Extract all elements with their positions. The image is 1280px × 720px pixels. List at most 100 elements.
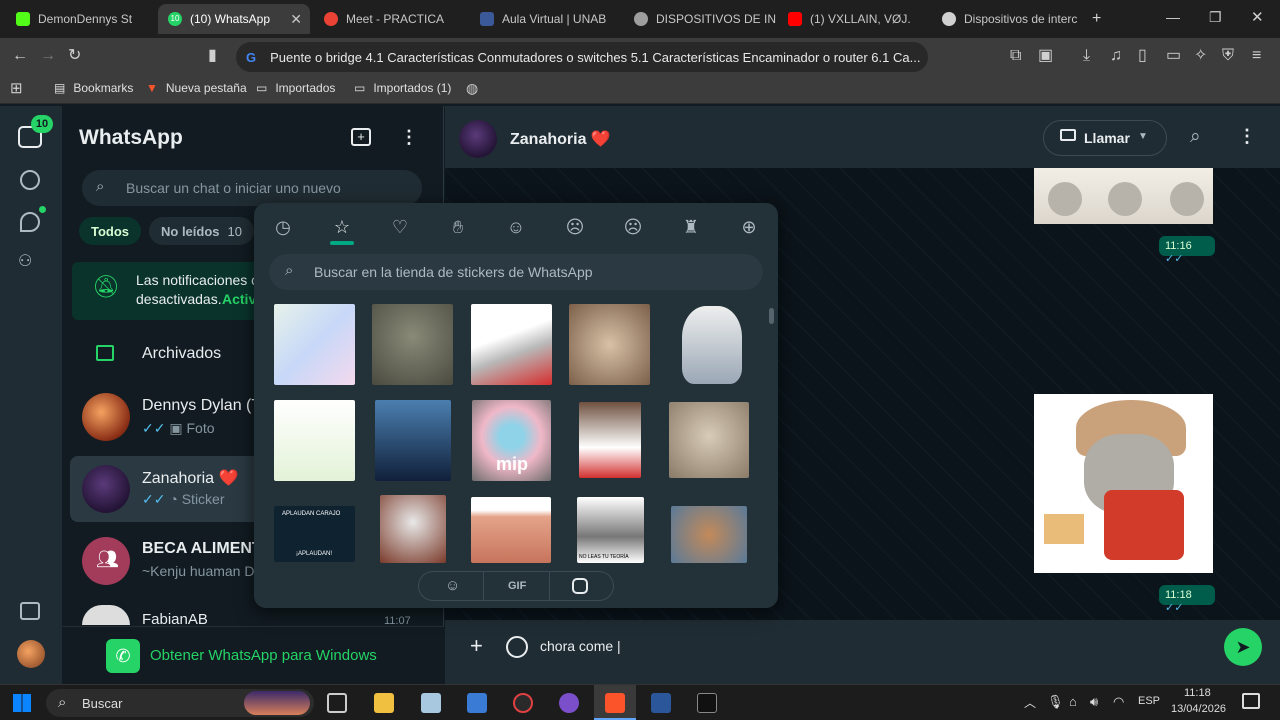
word-icon[interactable]: [651, 693, 671, 713]
angry-face-icon[interactable]: ☹: [621, 215, 645, 239]
chat-avatar[interactable]: [82, 465, 130, 513]
call-button[interactable]: Llamar ▼: [1043, 120, 1167, 156]
terminal-icon[interactable]: [697, 693, 717, 713]
chat-avatar[interactable]: [82, 393, 130, 441]
shield-icon[interactable]: ⛨: [1222, 48, 1234, 64]
network-icon[interactable]: ⌂: [1069, 694, 1077, 709]
clock-date[interactable]: 13/04/2026: [1171, 703, 1226, 715]
taskbar-search[interactable]: ⌕ Buscar: [46, 689, 314, 717]
close-window-icon[interactable]: ✕: [1251, 10, 1264, 25]
sticker-thumb[interactable]: [471, 304, 552, 385]
download-icon[interactable]: ⤓: [1083, 48, 1090, 64]
scrollbar-thumb[interactable]: [769, 308, 774, 324]
cake-icon[interactable]: ♜: [679, 215, 703, 239]
close-tab-icon[interactable]: ✕: [290, 11, 302, 28]
bookmark-icon[interactable]: ▮: [208, 48, 217, 64]
sticker-emoji-icon[interactable]: [506, 636, 528, 658]
wallet-icon[interactable]: ▭: [1166, 48, 1181, 64]
music-icon[interactable]: ♫: [1110, 48, 1122, 64]
chevron-up-icon[interactable]: ︿: [1024, 694, 1036, 711]
sticker-message-1[interactable]: [1034, 168, 1213, 224]
chat-name[interactable]: BECA ALIMENTA: [142, 540, 272, 558]
bookmark-importados[interactable]: ▭ Importados: [256, 81, 335, 95]
sticker-thumb[interactable]: [669, 402, 749, 478]
search-icon[interactable]: ⌕: [1190, 126, 1201, 148]
maximize-icon[interactable]: ❐: [1209, 10, 1222, 24]
notepad-icon[interactable]: [421, 693, 441, 713]
sidebar-icon[interactable]: ▯: [1138, 48, 1147, 64]
notifications-icon[interactable]: [1242, 693, 1260, 709]
sticker-thumb[interactable]: [375, 400, 451, 481]
sticker-thumb[interactable]: [380, 495, 446, 563]
search-input[interactable]: ⌕ Buscar un chat o iniciar uno nuevo: [82, 170, 422, 206]
media-icon[interactable]: [20, 602, 40, 620]
gif-tab[interactable]: GIF: [508, 580, 526, 592]
tab-aula-virtual[interactable]: Aula Virtual | UNAB: [470, 4, 622, 34]
sticker-thumb[interactable]: [274, 304, 355, 385]
sticker-thumb[interactable]: [372, 304, 453, 385]
send-button[interactable]: ➤: [1224, 628, 1262, 666]
sticker-thumb[interactable]: [682, 306, 742, 384]
leo-icon[interactable]: ✧: [1194, 48, 1207, 64]
globe-icon[interactable]: ◍: [466, 81, 478, 95]
tab-meet[interactable]: Meet - PRACTICA: [314, 4, 462, 34]
brave-icon[interactable]: [605, 693, 625, 713]
bookmark-bookmarks[interactable]: ▤ Bookmarks: [54, 81, 133, 95]
attach-plus-icon[interactable]: +: [470, 634, 483, 658]
promo-bar[interactable]: ✆ Obtener WhatsApp para Windows: [62, 626, 444, 684]
minimize-icon[interactable]: —: [1166, 10, 1180, 24]
tab-youtube[interactable]: (1) VXLLAIN, VØJ.: [778, 4, 928, 34]
clock-time[interactable]: 11:18: [1184, 687, 1211, 699]
reload-icon[interactable]: ↻: [68, 48, 81, 64]
bookmark-nueva-pestana[interactable]: ▼ Nueva pestaña: [146, 81, 247, 95]
wifi-icon[interactable]: ◠: [1113, 694, 1124, 710]
sticker-thumb[interactable]: mip: [472, 400, 551, 481]
recent-icon[interactable]: ◷: [271, 215, 295, 239]
status-icon[interactable]: [20, 170, 40, 190]
sticker-thumb[interactable]: [671, 506, 747, 563]
tab-dispositivos-interc[interactable]: Dispositivos de interc: [932, 4, 1082, 34]
microphone-icon[interactable]: 🎙︎: [1047, 694, 1064, 710]
communities-icon[interactable]: ⚇: [18, 254, 44, 270]
happy-face-icon[interactable]: ☺: [504, 215, 528, 239]
menu-dots-icon[interactable]: ⋮: [1238, 126, 1256, 147]
file-explorer-icon[interactable]: [374, 693, 394, 713]
windows-start-icon[interactable]: [13, 694, 31, 712]
language-indicator[interactable]: ESP: [1138, 695, 1160, 707]
sticker-thumb[interactable]: [569, 304, 650, 385]
favorites-star-icon[interactable]: ☆: [330, 215, 354, 239]
menu-dots-icon[interactable]: ⋮: [400, 126, 418, 148]
extensions-icon[interactable]: ⧉: [1010, 48, 1021, 64]
filter-no-leidos[interactable]: No leídos 10: [149, 217, 254, 245]
forward-icon[interactable]: →: [40, 48, 56, 64]
wave-hand-icon[interactable]: ✋︎: [446, 215, 470, 239]
group-avatar[interactable]: 👥︎: [82, 537, 130, 585]
heart-icon[interactable]: ♡: [388, 215, 412, 239]
tab-kick[interactable]: DemonDennys St: [6, 4, 156, 34]
volume-icon[interactable]: 🔊︎: [1090, 694, 1098, 710]
tab-whatsapp[interactable]: 10 (10) WhatsApp ✕: [158, 4, 310, 34]
sticker-tab-icon[interactable]: [572, 578, 588, 594]
sticker-thumb[interactable]: [274, 400, 355, 481]
message-input[interactable]: chora come |: [540, 638, 621, 654]
app-icon[interactable]: [467, 693, 487, 713]
obs-icon[interactable]: [513, 693, 533, 713]
profile-avatar[interactable]: [17, 640, 45, 668]
sticker-search-input[interactable]: ⌕ Buscar en la tienda de stickers de Wha…: [269, 254, 763, 290]
discord-icon[interactable]: [559, 693, 579, 713]
chat-name[interactable]: Zanahoria ❤️: [142, 468, 238, 488]
sticker-thumb[interactable]: APLAUDAN CARAJO ¡APLAUDAN!: [274, 506, 355, 562]
archived-item[interactable]: Archivados: [142, 345, 221, 363]
chat-name[interactable]: Dennys Dylan (Tú: [142, 397, 270, 415]
sticker-thumb[interactable]: [579, 402, 641, 478]
sticker-message-2[interactable]: [1034, 394, 1213, 573]
channels-icon[interactable]: [20, 212, 40, 232]
bookmark-importados-1[interactable]: ▭ Importados (1): [354, 81, 451, 95]
screenshot-icon[interactable]: ▣: [1038, 48, 1053, 64]
address-bar[interactable]: G Puente o bridge 4.1 Características Co…: [236, 42, 928, 72]
apps-grid-icon[interactable]: ⊞: [10, 81, 23, 96]
sad-face-icon[interactable]: ☹: [563, 215, 587, 239]
task-view-icon[interactable]: [327, 693, 347, 713]
sticker-thumb[interactable]: NO LEAS TU TEORÍA: [577, 497, 644, 563]
new-chat-icon[interactable]: +: [351, 128, 371, 146]
